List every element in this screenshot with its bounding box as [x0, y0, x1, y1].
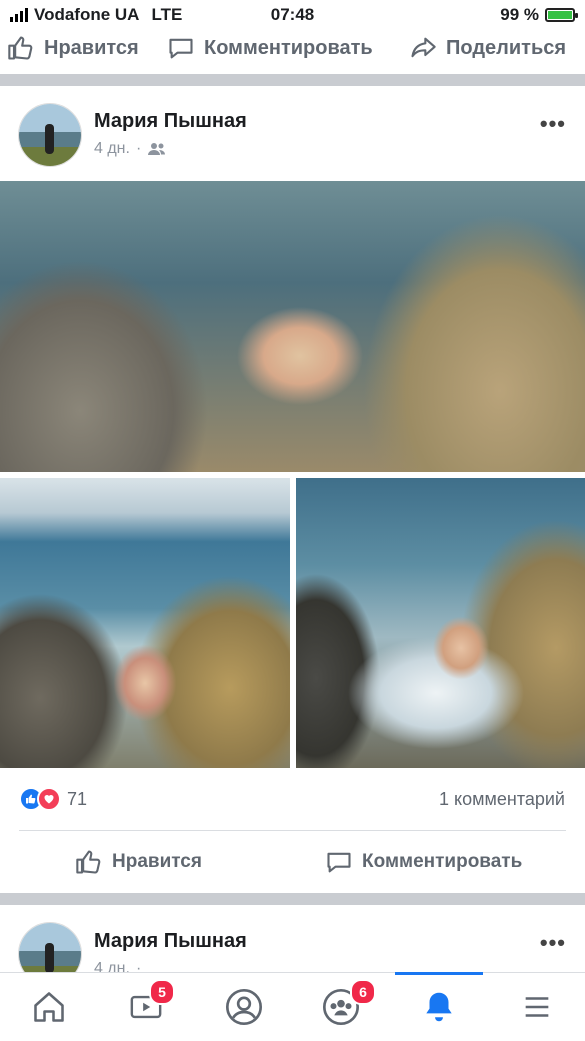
feed-separator [0, 74, 585, 86]
post-time[interactable]: 4 дн. [94, 140, 130, 158]
divider [19, 830, 566, 831]
share-label: Поделиться [446, 36, 567, 59]
nav-notifications[interactable] [390, 973, 487, 1041]
post-meta: 4 дн. · [94, 140, 167, 158]
nav-groups[interactable]: 6 [292, 973, 389, 1041]
video-badge: 5 [149, 979, 175, 1005]
like-label: Нравится [44, 36, 139, 59]
reactions-summary[interactable]: 71 [19, 787, 87, 811]
post-actions: Нравится Комментировать [0, 835, 585, 889]
next-post-options-button[interactable]: ••• [540, 930, 566, 956]
share-icon [411, 37, 436, 58]
comment-label: Комментировать [204, 36, 373, 59]
post-like-label: Нравится [112, 851, 202, 872]
nav-menu[interactable] [488, 973, 585, 1041]
status-bar: Vodafone UA LTE 07:48 99 % [0, 0, 585, 30]
post-like-button[interactable]: Нравится [74, 848, 202, 876]
post-comment-label: Комментировать [362, 851, 523, 872]
battery-fill [548, 11, 572, 19]
comment-icon [169, 38, 193, 59]
home-icon [33, 992, 64, 1022]
bell-icon [425, 992, 452, 1022]
meta-separator: · [135, 140, 142, 157]
post-author-name[interactable]: Мария Пышная [94, 110, 247, 133]
post-comment-button[interactable]: Комментировать [324, 848, 522, 876]
comment-button[interactable]: Комментировать [166, 34, 373, 62]
post-options-button[interactable]: ••• [540, 111, 566, 137]
bottom-navigation: 5 6 [0, 972, 585, 1041]
battery-percent: 99 % [500, 5, 539, 24]
nav-watch[interactable]: 5 [97, 973, 194, 1041]
menu-icon [525, 997, 548, 1017]
groups-badge: 6 [350, 979, 376, 1005]
post-photo-2[interactable] [0, 478, 290, 768]
post-photo-1[interactable] [0, 181, 585, 472]
profile-icon [225, 989, 262, 1025]
next-post-author-name[interactable]: Мария Пышная [94, 930, 247, 953]
nav-profile[interactable] [195, 973, 292, 1041]
love-reaction-icon [37, 787, 61, 811]
status-right: 99 % [500, 5, 578, 25]
comments-count[interactable]: 1 комментарий [439, 789, 565, 810]
reaction-count: 71 [67, 788, 88, 809]
thumbs-up-icon [8, 36, 33, 60]
comment-icon [327, 852, 351, 873]
nav-home[interactable] [0, 973, 97, 1041]
previous-post-actions: Нравится Комментировать Поделиться [0, 28, 585, 68]
like-button[interactable]: Нравится [6, 34, 139, 62]
status-time: 07:48 [270, 5, 315, 24]
share-button[interactable]: Поделиться [408, 34, 566, 62]
battery-icon [545, 8, 578, 22]
thumbs-up-icon [76, 850, 101, 874]
feed-separator-2 [0, 893, 585, 905]
author-avatar[interactable] [18, 103, 82, 167]
friends-audience-icon[interactable] [147, 141, 167, 157]
post-photo-3[interactable] [296, 478, 585, 768]
